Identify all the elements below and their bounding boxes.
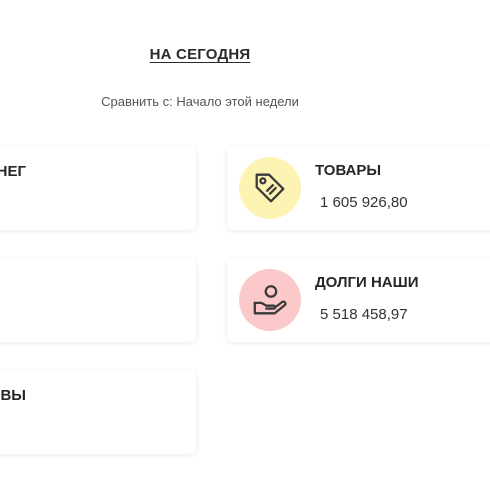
price-tag-icon bbox=[255, 173, 285, 203]
card-value: 1 605 926,80 bbox=[320, 194, 408, 211]
price-tag-icon-badge bbox=[239, 157, 301, 219]
card-title: ИВЫ bbox=[0, 387, 26, 404]
card-title: ТОВАРЫ bbox=[315, 162, 382, 179]
card-money[interactable]: НЕГ bbox=[0, 147, 196, 230]
period-selector-link[interactable]: НА СЕГОДНЯ bbox=[0, 46, 400, 63]
card-goods[interactable]: ТОВАРЫ 1 605 926,80 bbox=[227, 147, 490, 230]
card-left-middle[interactable] bbox=[0, 259, 196, 342]
card-our-debts[interactable]: ДОЛГИ НАШИ 5 518 458,97 bbox=[227, 259, 490, 342]
card-value: 5 518 458,97 bbox=[320, 306, 408, 323]
hand-coin-icon-badge bbox=[239, 269, 301, 331]
card-title: ДОЛГИ НАШИ bbox=[315, 274, 419, 291]
card-assets[interactable]: ИВЫ bbox=[0, 371, 196, 454]
dashboard-root: НА СЕГОДНЯ Сравнить с: Начало этой недел… bbox=[0, 0, 490, 490]
hand-coin-icon bbox=[253, 285, 287, 315]
card-title: НЕГ bbox=[0, 163, 26, 180]
compare-period-text[interactable]: Сравнить с: Начало этой недели bbox=[0, 94, 400, 109]
